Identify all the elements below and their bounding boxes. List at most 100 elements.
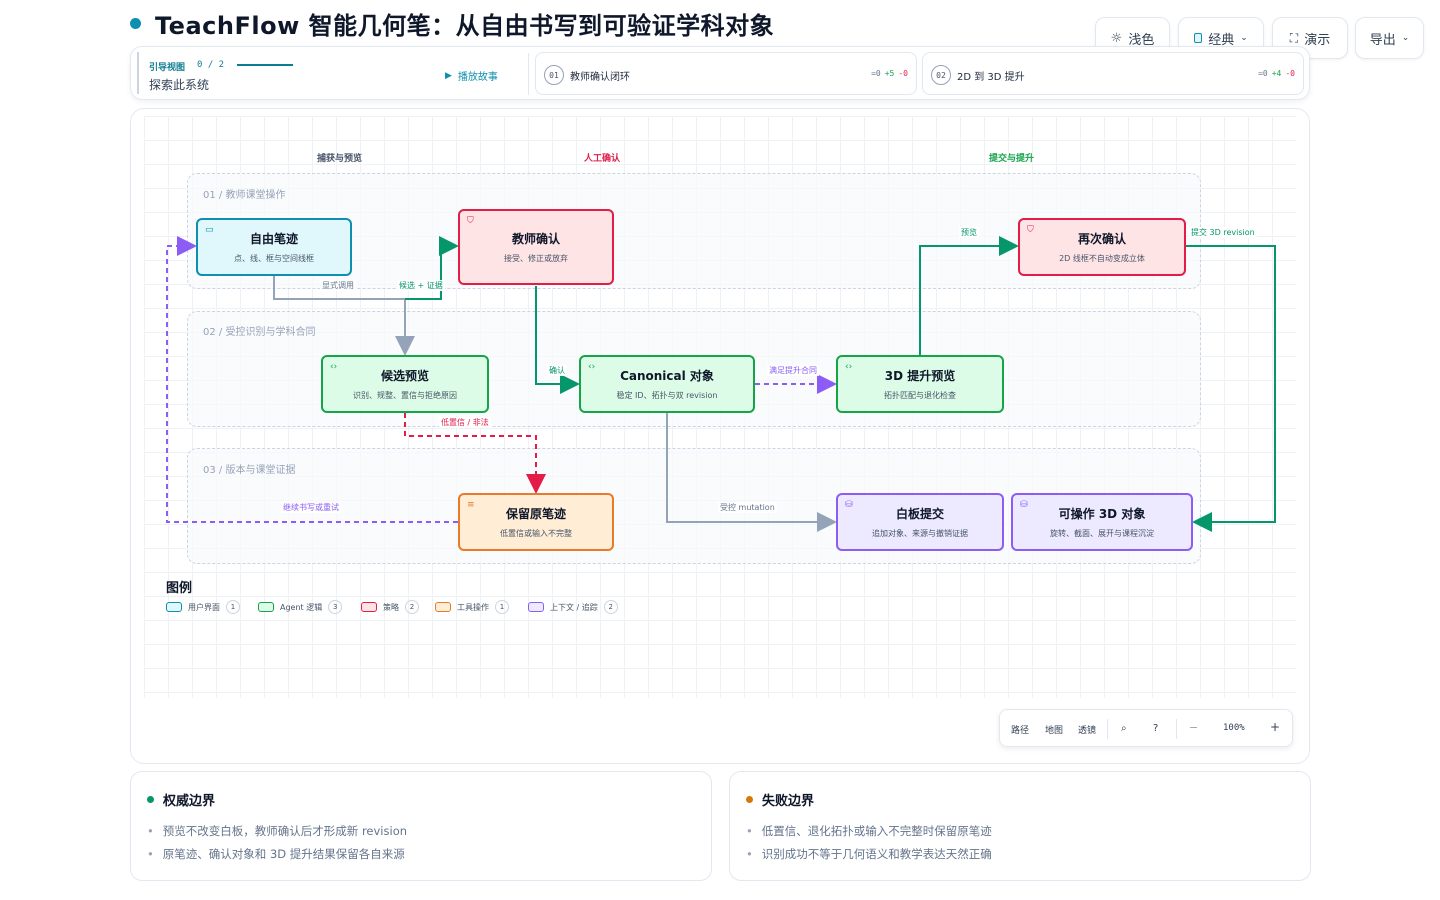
chevron-down-icon: ⌄ (1401, 33, 1410, 43)
band-label-1: 01 / 教师课堂操作 (203, 190, 286, 201)
shield-icon: ⛉ (467, 216, 474, 226)
legend-swatch (258, 602, 274, 612)
edge-label-low-confidence: 低置信 / 非法 (439, 417, 491, 428)
menu-icon: ≡ (467, 500, 475, 510)
node-subtitle: 接受、修正或放弃 (504, 254, 568, 263)
legend-swatch (361, 602, 377, 612)
legend-count: 1 (495, 600, 509, 614)
delta-plus: +4 (1271, 69, 1282, 78)
node-title: 教师确认 (511, 232, 560, 246)
lens-tool-button[interactable]: 透镜 (1078, 723, 1096, 736)
export-button-label: 导出 (1369, 32, 1396, 48)
toolbar-divider (1176, 719, 1177, 739)
window-icon: ▭ (205, 225, 214, 235)
node-candidate-preview[interactable]: ‹› 候选预览 识别、规整、置信与拒绝原因 (321, 355, 489, 413)
edge-label-retry: 继续书写或重试 (281, 502, 341, 513)
shield-icon: ⛉ (1027, 225, 1034, 235)
card-title-row: 权威边界 (147, 790, 215, 809)
edge-label-mutation: 受控 mutation (718, 502, 777, 513)
edge-label-explicit-call: 显式调用 (320, 280, 356, 291)
legend-item-policy[interactable]: 策略 2 (361, 600, 419, 614)
node-canonical-object[interactable]: ‹› Canonical 对象 稳定 ID、拓扑与双 revision (579, 355, 755, 413)
edge-label-satisfy-contract: 满足提升合同 (767, 365, 819, 376)
legend-title: 图例 (166, 581, 193, 596)
node-title: 自由笔迹 (249, 232, 298, 246)
legend-item-agent[interactable]: Agent 逻辑 3 (258, 600, 343, 614)
guide-bar: 引导视图 0 / 2 探索此系统 ▶ 播放故事 01 教师确认闭环 =0 +5 … (130, 46, 1310, 100)
legend-item-context[interactable]: 上下文 / 追踪 2 (528, 600, 618, 614)
list-item: 低置信、退化拓扑或输入不完整时保留原笔迹 (746, 820, 992, 843)
node-free-stroke[interactable]: ▭ 自由笔迹 点、线、框与空间线框 (196, 218, 352, 276)
legend-item-tool[interactable]: 工具操作 1 (435, 600, 509, 614)
fullscreen-icon: ⛶ (1289, 30, 1299, 45)
title-row: TeachFlow 智能几何笔：从自由书写到可验证学科对象 (130, 6, 774, 41)
legend-label: 用户界面 (188, 602, 220, 612)
canvas-toolbar: 路径 地图 透镜 ⌕ ? − 100% + (999, 709, 1293, 747)
search-icon[interactable]: ⌕ (1121, 723, 1127, 734)
code-icon: ‹› (330, 362, 338, 372)
card-title-row: 失败边界 (746, 790, 814, 809)
guide-subtitle: 探索此系统 (149, 78, 210, 92)
zoom-in-icon[interactable]: + (1270, 720, 1280, 734)
help-icon[interactable]: ? (1153, 723, 1158, 734)
card-title: 失败边界 (762, 794, 815, 809)
node-title: 3D 提升预览 (884, 369, 956, 383)
card-dot (746, 796, 753, 803)
node-reconfirm[interactable]: ⛉ 再次确认 2D 线框不自动变成立体 (1018, 218, 1186, 276)
guide-view-label: 引导视图 (149, 63, 186, 73)
node-3d-lift-preview[interactable]: ‹› 3D 提升预览 拓扑匹配与退化检查 (836, 355, 1004, 413)
authority-boundary-card: 权威边界 预览不改变白板，教师确认后才形成新 revision 原笔迹、确认对象… (130, 771, 712, 881)
step-number: 02 (931, 65, 951, 85)
failure-boundary-card: 失败边界 低置信、退化拓扑或输入不完整时保留原笔迹 识别成功不等于几何语义和教学… (729, 771, 1311, 881)
legend-count: 3 (328, 600, 343, 614)
lane-header-submit: 提交与提升 (989, 154, 1035, 164)
card-list: 低置信、退化拓扑或输入不完整时保留原笔迹 识别成功不等于几何语义和教学表达天然正… (746, 820, 992, 866)
lane-header-confirm: 人工确认 (584, 154, 621, 164)
edge-label-candidate-evidence: 候选 + 证据 (397, 280, 445, 291)
step-title: 教师确认闭环 (570, 72, 630, 83)
code-icon: ‹› (588, 362, 596, 372)
toolbar-divider (1107, 719, 1108, 739)
zoom-out-icon[interactable]: − (1189, 721, 1198, 734)
node-subtitle: 旋转、截面、展开与课程沉淀 (1050, 529, 1154, 538)
guide-step-1[interactable]: 01 教师确认闭环 =0 +5 -0 (535, 52, 917, 95)
legend-swatch (528, 602, 544, 612)
present-button-label: 演示 (1304, 32, 1331, 48)
export-button[interactable]: 导出 ⌄ (1355, 17, 1424, 59)
node-whiteboard-submit[interactable]: ⛁ 白板提交 追加对象、来源与撤销证据 (836, 493, 1004, 551)
step-delta: =0 +4 -0 (1258, 69, 1295, 78)
map-tool-button[interactable]: 地图 (1045, 723, 1063, 736)
node-title: 白板提交 (895, 507, 944, 521)
node-keep-stroke[interactable]: ≡ 保留原笔迹 低置信或输入不完整 (458, 493, 614, 551)
node-subtitle: 识别、规整、置信与拒绝原因 (353, 391, 457, 400)
style-swatch-icon (1194, 33, 1203, 43)
lane-header-capture: 捕获与预览 (317, 154, 363, 164)
legend-item-ui[interactable]: 用户界面 1 (166, 600, 240, 614)
edge-label-submit-3d: 提交 3D revision (1189, 227, 1257, 238)
code-icon: ‹› (845, 362, 853, 372)
database-icon: ⛁ (845, 500, 853, 510)
play-story-button[interactable]: ▶ 播放故事 (445, 68, 498, 84)
step-title: 2D 到 3D 提升 (957, 72, 1025, 83)
node-subtitle: 追加对象、来源与撤销证据 (872, 529, 968, 538)
node-title: Canonical 对象 (620, 369, 714, 383)
node-title: 可操作 3D 对象 (1058, 507, 1146, 521)
node-operable-3d[interactable]: ⛁ 可操作 3D 对象 旋转、截面、展开与课程沉淀 (1011, 493, 1193, 551)
path-tool-button[interactable]: 路径 (1011, 723, 1029, 736)
legend-label: Agent 逻辑 (280, 602, 323, 612)
theme-button-label: 浅色 (1128, 32, 1155, 48)
edge-label-confirm: 确认 (547, 365, 567, 376)
list-item: 识别成功不等于几何语义和教学表达天然正确 (746, 843, 992, 866)
node-subtitle: 点、线、框与空间线框 (234, 254, 314, 263)
guide-view-panel: 引导视图 0 / 2 探索此系统 ▶ 播放故事 (137, 52, 527, 94)
play-story-label: 播放故事 (457, 72, 498, 83)
guide-divider (528, 53, 529, 95)
page-title: TeachFlow 智能几何笔：从自由书写到可验证学科对象 (155, 12, 775, 40)
guide-step-2[interactable]: 02 2D 到 3D 提升 =0 +4 -0 (922, 52, 1304, 95)
legend-label: 策略 (383, 602, 399, 612)
card-list: 预览不改变白板，教师确认后才形成新 revision 原笔迹、确认对象和 3D … (147, 820, 407, 866)
node-teacher-confirm[interactable]: ⛉ 教师确认 接受、修正或放弃 (458, 209, 614, 285)
chevron-down-icon: ⌄ (1240, 33, 1248, 43)
guide-progress-count: 0 / 2 (197, 60, 225, 70)
delta-equal: =0 (871, 69, 881, 78)
